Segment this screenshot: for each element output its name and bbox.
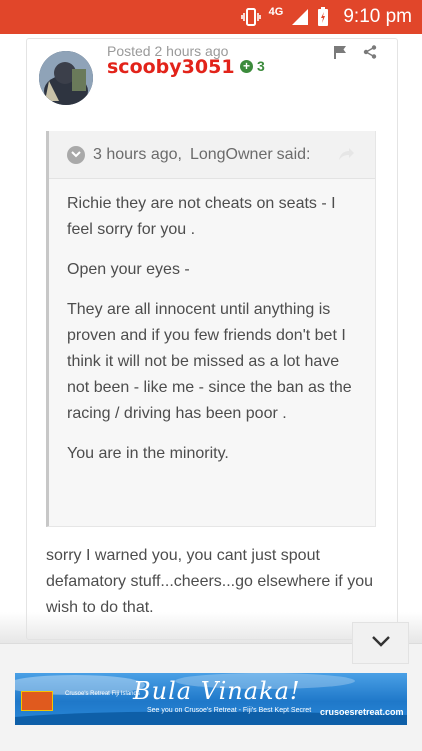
quote-paragraph: Open your eyes - <box>67 261 190 278</box>
ad-logo-icon <box>21 691 53 711</box>
signal-icon <box>291 8 309 26</box>
share-icon[interactable] <box>363 45 377 64</box>
ad-logo-text: Crusoe's Retreat Fiji Islands <box>65 691 140 697</box>
go-to-quote-icon[interactable] <box>337 147 355 166</box>
flag-icon[interactable] <box>333 45 347 64</box>
network-type: 4G <box>268 6 284 18</box>
post-card: Posted 2 hours ago scooby3051 + 3 3 hour… <box>26 38 398 640</box>
chevron-down-icon[interactable] <box>67 145 85 164</box>
clock: 9:10 pm <box>343 6 412 27</box>
quote-author[interactable]: LongOwner <box>190 146 273 164</box>
quote-time: 3 hours ago, <box>93 145 182 163</box>
plus-circle-icon: + <box>240 59 253 73</box>
status-bar: 4G 9:10 pm <box>0 0 422 34</box>
ad-url: crusoesretreat.com <box>320 707 404 717</box>
quote-paragraph: Richie they are not cheats on seats - I … <box>67 195 336 238</box>
ad-title: Bula Vinaka! <box>133 677 301 705</box>
reputation-count: 3 <box>257 58 265 74</box>
chevron-down-icon <box>371 634 391 652</box>
avatar[interactable] <box>39 51 93 105</box>
quote-paragraph: You are in the minority. <box>67 445 229 462</box>
quote-block: 3 hours ago, LongOwner said: Richie they … <box>46 131 376 527</box>
quote-header[interactable]: 3 hours ago, LongOwner said: <box>49 131 375 179</box>
reputation-badge: + 3 <box>240 58 265 74</box>
vibrate-icon <box>240 8 261 26</box>
ad-banner[interactable]: Crusoe's Retreat Fiji Islands Bula Vinak… <box>15 673 407 725</box>
quote-paragraph: They are all innocent until anything is … <box>67 301 352 422</box>
quote-said: said: <box>276 145 311 163</box>
battery-icon <box>317 7 329 27</box>
ad-tagline: See you on Crusoe's Retreat - Fiji's Bes… <box>147 707 312 714</box>
quote-body: Richie they are not cheats on seats - I … <box>49 179 375 467</box>
collapse-ad-button[interactable] <box>352 622 409 664</box>
reply-text: sorry I warned you, you cant just spout … <box>46 547 373 616</box>
username[interactable]: scooby3051 <box>107 56 235 78</box>
